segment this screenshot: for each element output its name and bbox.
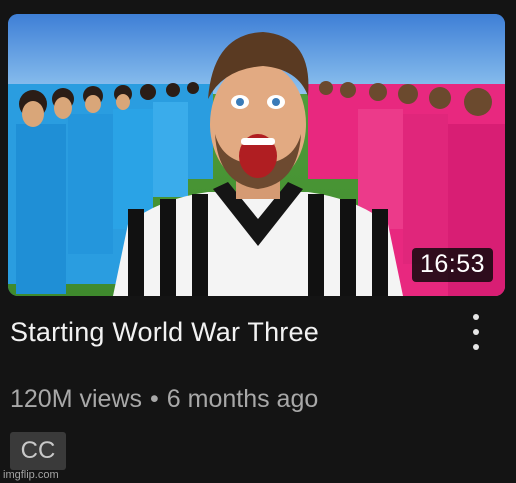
video-title[interactable]: Starting World War Three: [10, 317, 319, 348]
meta-separator: •: [150, 385, 159, 413]
video-metadata: 120M views • 6 months ago: [10, 385, 318, 414]
duration-badge: 16:53: [411, 248, 493, 282]
more-vertical-icon[interactable]: [462, 312, 490, 354]
video-thumbnail[interactable]: 16:53: [8, 14, 505, 296]
watermark: imgflip.com: [3, 469, 59, 481]
more-dot: [473, 329, 479, 335]
cc-badge: CC: [10, 432, 66, 470]
upload-age: 6 months ago: [166, 385, 319, 413]
more-dot: [473, 344, 479, 350]
video-card[interactable]: 16:53 Starting World War Three 120M view…: [0, 0, 516, 483]
view-count: 120M views: [10, 385, 142, 413]
more-dot: [473, 314, 479, 320]
